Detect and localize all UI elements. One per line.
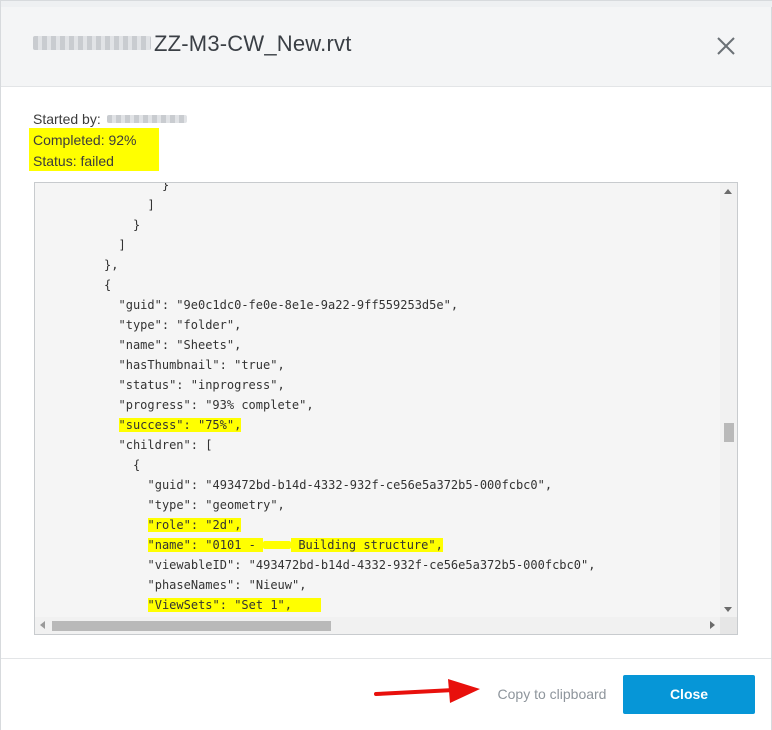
log-text: } xyxy=(162,182,170,192)
log-text: "success": "75%", xyxy=(118,418,242,432)
log-text: { xyxy=(104,278,112,292)
log-text: "phaseNames": "Nieuw", xyxy=(147,578,307,592)
log-line: "type": "folder", xyxy=(119,315,242,335)
redacted-text xyxy=(263,540,292,549)
log-text: "children": [ xyxy=(118,438,213,452)
log-line: "success": "75%", xyxy=(118,415,242,435)
scroll-right-icon[interactable] xyxy=(710,621,715,629)
copy-to-clipboard-button[interactable]: Copy to clipboard xyxy=(485,682,619,706)
log-line: "guid": "493472bd-b14d-4332-932f-ce56e5a… xyxy=(148,475,553,495)
horizontal-scrollbar[interactable] xyxy=(35,617,737,634)
started-by-line: Started by: xyxy=(33,109,187,130)
log-text: } xyxy=(133,218,141,232)
log-line: { xyxy=(104,275,111,295)
completed-text: Completed: 92% xyxy=(33,132,137,148)
log-line: "progress": "93% complete", xyxy=(119,395,314,415)
close-button[interactable]: Close xyxy=(623,675,755,714)
log-line: "phaseNames": "Nieuw", xyxy=(148,575,307,595)
log-line: } xyxy=(162,182,170,195)
log-text: "hasThumbnail": "true", xyxy=(118,358,285,372)
log-line: "role": "2d", xyxy=(147,515,242,535)
dialog-title: ZZ-M3-CW_New.rvt xyxy=(33,31,352,57)
redacted-username xyxy=(106,115,187,124)
log-text: { xyxy=(133,458,141,472)
log-line: "children": [ xyxy=(119,435,213,455)
log-line: ] xyxy=(119,235,126,255)
dialog-header: ZZ-M3-CW_New.rvt xyxy=(1,7,771,87)
log-text: ] xyxy=(147,198,155,212)
status-text: Status: failed xyxy=(33,153,114,169)
vertical-scroll-thumb[interactable] xyxy=(724,423,734,442)
log-text: "name": "Sheets", xyxy=(118,338,242,352)
redacted-filename-prefix xyxy=(33,36,151,51)
log-line: "viewableID": "493472bd-b14d-4332-932f-c… xyxy=(148,555,596,575)
log-text: "viewableID": "493472bd-b14d-4332-932f-c… xyxy=(147,558,596,572)
log-line: "name": "0101 - Building structure", xyxy=(147,535,443,555)
log-line: { xyxy=(133,455,140,475)
log-line: }, xyxy=(104,255,118,275)
red-arrow-annotation-icon xyxy=(374,679,480,703)
horizontal-scroll-thumb[interactable] xyxy=(52,621,331,631)
log-output-panel[interactable]: }]}]}, { "guid": "9e0c1dc0-fe0e-8e1e-9a22-… xyxy=(34,182,738,635)
log-line: } xyxy=(133,215,140,235)
log-text: ] xyxy=(118,238,126,252)
log-text: "type": "folder", xyxy=(118,318,242,332)
log-line: ] xyxy=(148,195,155,215)
log-line: "guid": "9e0c1dc0-fe0e-8e1e-9a22-9ff5592… xyxy=(119,295,459,315)
log-line: "type": "geometry", xyxy=(148,495,285,515)
close-icon[interactable] xyxy=(713,33,739,59)
log-text: "progress": "93% complete", xyxy=(118,398,314,412)
vertical-scrollbar[interactable] xyxy=(720,183,737,618)
log-line: "name": "Sheets", xyxy=(119,335,242,355)
log-text: "name": "0101 - xyxy=(147,538,264,552)
log-text: Building structure", xyxy=(291,538,443,552)
scroll-left-icon[interactable] xyxy=(40,621,45,629)
log-dialog: ZZ-M3-CW_New.rvt Started by: Completed: … xyxy=(0,0,772,730)
log-text: "guid": "9e0c1dc0-fe0e-8e1e-9a22-9ff5592… xyxy=(118,298,459,312)
log-line: "status": "inprogress", xyxy=(119,375,285,395)
started-by-label: Started by: xyxy=(33,111,101,127)
log-text: }, xyxy=(104,258,119,272)
log-text: "role": "2d", xyxy=(147,518,242,532)
job-info: Started by: Completed: 92% Status: faile… xyxy=(33,109,187,172)
log-text: "type": "geometry", xyxy=(147,498,285,512)
scrollbar-corner xyxy=(720,617,737,634)
scroll-down-icon[interactable] xyxy=(724,607,732,612)
log-line: "ViewSets": "Set 1", xyxy=(147,595,321,615)
log-line: "hasThumbnail": "true", xyxy=(119,355,285,375)
log-text: "ViewSets": "Set 1", xyxy=(147,598,321,612)
scroll-up-icon[interactable] xyxy=(724,189,732,194)
log-text: "status": "inprogress", xyxy=(118,378,285,392)
log-text: "guid": "493472bd-b14d-4332-932f-ce56e5a… xyxy=(147,478,553,492)
dialog-title-text: ZZ-M3-CW_New.rvt xyxy=(154,31,352,56)
